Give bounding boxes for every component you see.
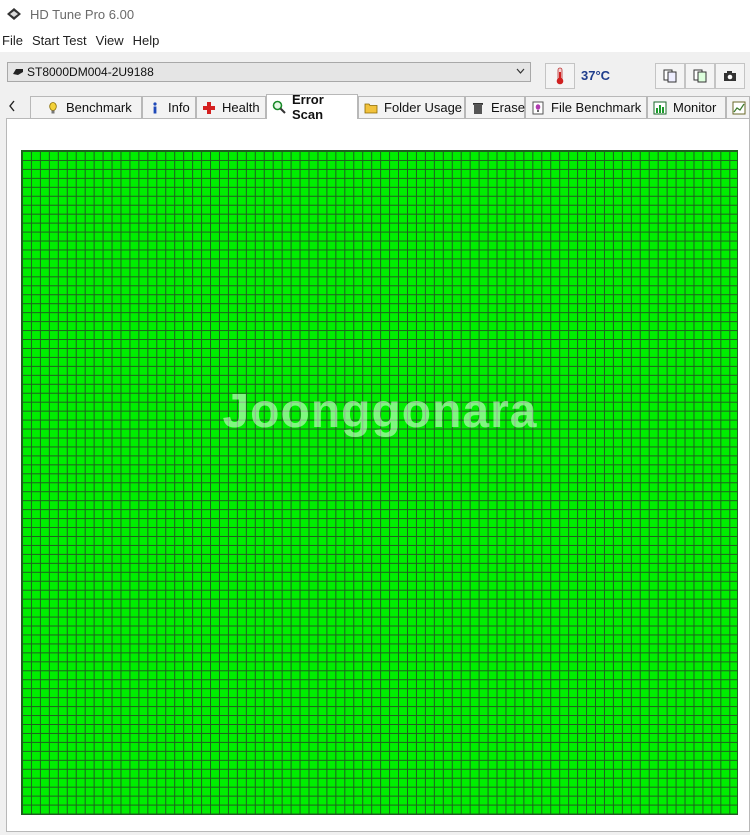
temperature-readout: 37°C xyxy=(581,68,611,83)
tab-label: File Benchmark xyxy=(551,100,642,115)
chevron-down-icon xyxy=(516,68,525,74)
tab-more[interactable] xyxy=(726,96,750,118)
toolbar: ST8000DM004-2U9188 37°C xyxy=(0,52,750,94)
menu-start-test[interactable]: Start Test xyxy=(31,33,93,48)
file-benchmark-icon xyxy=(532,101,544,114)
tab-label: Monitor xyxy=(673,100,717,115)
folder-icon xyxy=(364,103,378,113)
health-cross-icon xyxy=(203,101,215,114)
error-scan-block-map xyxy=(21,150,738,815)
drive-name: ST8000DM004-2U9188 xyxy=(27,65,154,79)
document-icon xyxy=(693,69,707,83)
info-icon xyxy=(153,101,157,113)
tab-erase[interactable]: Erase xyxy=(465,96,525,118)
lightbulb-icon xyxy=(49,101,57,113)
temperature-button[interactable] xyxy=(545,63,575,89)
monitor-icon xyxy=(653,101,667,114)
watermark-text: Joonggonara xyxy=(222,385,538,438)
camera-button[interactable] xyxy=(715,63,745,89)
tab-strip: Benchmark Info Health Error Scan Folder … xyxy=(0,92,750,122)
tab-monitor[interactable]: Monitor xyxy=(647,96,726,118)
magnifier-icon xyxy=(272,100,286,114)
menu-file[interactable]: File xyxy=(1,33,29,48)
tab-file-benchmark[interactable]: File Benchmark xyxy=(525,96,647,118)
camera-icon xyxy=(724,71,736,81)
tab-label: Benchmark xyxy=(66,100,132,115)
tab-error-scan[interactable]: Error Scan xyxy=(266,92,358,122)
hard-drive-icon xyxy=(13,69,23,75)
tab-label: Health xyxy=(222,100,260,115)
copy-icon xyxy=(663,69,677,83)
menu-help[interactable]: Help xyxy=(132,33,166,48)
tab-label: Folder Usage xyxy=(384,100,463,115)
tab-label: Error Scan xyxy=(292,92,324,122)
tab-health[interactable]: Health xyxy=(196,96,266,118)
tab-benchmark[interactable]: Benchmark xyxy=(30,96,142,118)
title-bar: HD Tune Pro 6.00 xyxy=(0,0,750,28)
thermometer-icon xyxy=(556,67,564,85)
save-screenshot-button[interactable] xyxy=(685,63,715,89)
drive-select[interactable]: ST8000DM004-2U9188 xyxy=(7,62,531,82)
copy-info-button[interactable] xyxy=(655,63,685,89)
window-title: HD Tune Pro 6.00 xyxy=(30,6,135,22)
menu-bar: File Start Test View Help xyxy=(0,28,750,52)
tab-info[interactable]: Info xyxy=(142,96,196,118)
menu-view[interactable]: View xyxy=(95,33,130,48)
tab-scroll-left-icon[interactable] xyxy=(8,100,16,112)
trash-icon xyxy=(473,102,483,114)
tab-label: Info xyxy=(168,100,190,115)
hd-tune-app-icon xyxy=(7,8,21,20)
tab-label: Erase xyxy=(491,100,525,115)
tab-folder-usage[interactable]: Folder Usage xyxy=(358,96,465,118)
chart-icon xyxy=(732,101,746,114)
